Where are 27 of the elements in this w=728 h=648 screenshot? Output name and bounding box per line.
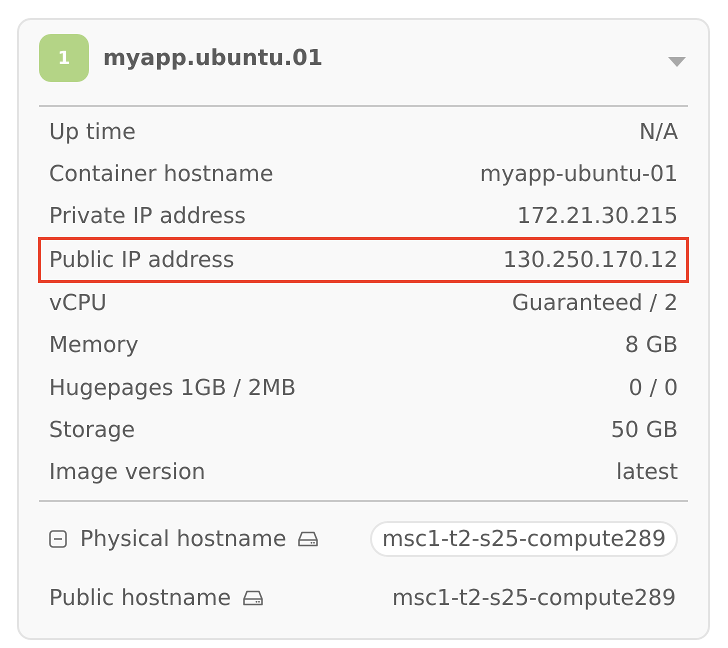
detail-label: Storage	[49, 417, 136, 446]
hostname-pill: msc1-t2-s25-compute289	[370, 521, 678, 558]
hostname-label: Physical hostname	[80, 526, 286, 554]
hard-drive-icon	[298, 531, 318, 548]
collapse-icon[interactable]	[49, 530, 67, 548]
detail-label: Up time	[49, 118, 136, 147]
detail-value: myapp-ubuntu-01	[480, 161, 678, 190]
hostname-label: Public hostname	[49, 584, 231, 613]
detail-value: 8 GB	[624, 332, 678, 360]
detail-label: Public IP address	[49, 246, 234, 275]
detail-label: Hugepages 1GB / 2MB	[49, 374, 296, 403]
detail-value: 50 GB	[610, 417, 678, 446]
detail-label: vCPU	[49, 290, 107, 318]
detail-value: Guaranteed / 2	[512, 290, 678, 318]
detail-label: Image version	[49, 459, 206, 488]
detail-value: 0 / 0	[628, 374, 678, 403]
detail-value: N/A	[639, 118, 678, 147]
hard-drive-icon	[242, 590, 263, 606]
hostname-value: msc1-t2-s25-compute289	[392, 584, 676, 613]
card-title: myapp.ubuntu.01	[103, 44, 323, 72]
detail-value: 130.250.170.12	[503, 246, 678, 275]
detail-value: 172.21.30.215	[517, 203, 678, 232]
number-badge: 1	[39, 34, 89, 82]
detail-label: Memory	[49, 332, 138, 360]
detail-label: Private IP address	[49, 203, 246, 232]
detail-value: latest	[616, 459, 678, 488]
detail-label: Container hostname	[49, 161, 274, 190]
